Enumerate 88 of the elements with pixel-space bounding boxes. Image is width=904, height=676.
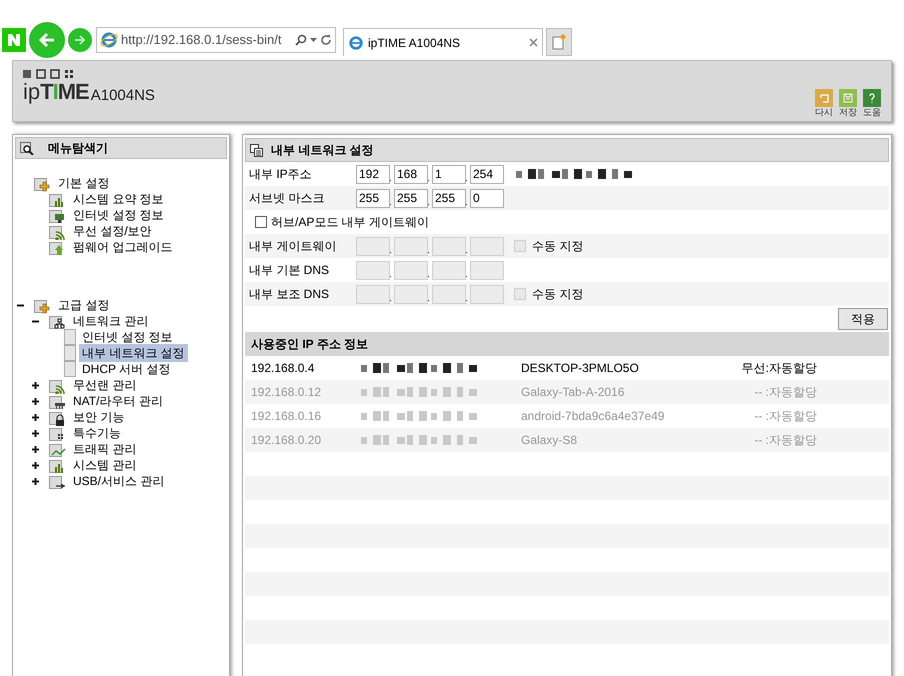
table-cell-text: 192.168.0.4 (251, 360, 316, 377)
menu-item[interactable]: 보안 기능 (70, 408, 128, 426)
checkbox-label: 수동 지정 (532, 238, 584, 255)
ip-octet-field[interactable]: 192 (356, 164, 390, 184)
checkbox[interactable] (255, 216, 267, 228)
page-icon (64, 329, 76, 345)
table-cell-text: 무선:자동할당 (740, 360, 817, 377)
browser-e-icon (100, 31, 118, 49)
field-label: 내부 IP주소 (249, 166, 313, 183)
save-tool-button[interactable]: 저장 (839, 89, 857, 118)
back-tool-button[interactable]: 다시 (815, 89, 833, 118)
table-cell-text: 192.168.0.12 (251, 384, 322, 401)
menu-item[interactable]: 시스템 요약 정보 (70, 190, 167, 208)
table-cell-text: DESKTOP-3PMLO5O (521, 360, 640, 377)
dropdown-caret-icon[interactable] (310, 38, 317, 42)
table-cell-text: Galaxy-S8 (521, 432, 578, 449)
ip-octet-field[interactable]: 255 (394, 188, 428, 208)
menu-item[interactable]: 펌웨어 업그레이드 (70, 238, 176, 256)
ip-octet-field[interactable]: 254 (470, 164, 504, 184)
ip-octet-field[interactable]: 0 (470, 188, 504, 208)
router-logo: ipTIMEA1004NS (23, 81, 155, 103)
section-header: 내부 네트워크 설정 (245, 138, 889, 162)
return-icon (815, 89, 833, 107)
menu-item[interactable]: 인터넷 설정 정보 (79, 328, 176, 346)
search-icon[interactable] (295, 34, 307, 46)
expand-toggle[interactable] (32, 478, 39, 484)
expand-toggle[interactable] (32, 382, 39, 388)
apply-button[interactable]: 적용 (838, 308, 888, 330)
checkbox-label: 허브/AP모드 내부 게이트웨이 (271, 214, 430, 231)
menu-item[interactable]: 무선 설정/보안 (70, 222, 155, 240)
floppy-icon (839, 89, 857, 107)
arrow-left-icon (37, 30, 57, 50)
table-cell-text: -- :자동할당 (753, 432, 817, 449)
expand-toggle[interactable] (32, 398, 39, 404)
sidebar-header: 메뉴탐색기 (15, 137, 227, 159)
menu-item[interactable]: NAT/라우터 관리 (70, 392, 166, 410)
checkbox-label: 수동 지정 (532, 286, 584, 303)
browser-logo-icon[interactable] (2, 28, 26, 52)
arrow-right-icon (73, 33, 87, 47)
collapse-toggle[interactable] (32, 318, 39, 324)
table-cell-text: Galaxy-Tab-A-2016 (521, 384, 626, 401)
address-text: http://192.168.0.1/sess-bin/t (121, 31, 282, 50)
back-button[interactable] (29, 22, 65, 58)
menu-item[interactable]: USB/서비스 관리 (70, 472, 168, 490)
browser-tab[interactable]: ipTIME A1004NS (343, 28, 543, 56)
question-mark-icon (863, 89, 881, 107)
browser-e-icon (348, 34, 364, 50)
expand-toggle[interactable] (32, 462, 39, 468)
menu-item[interactable]: 트래픽 관리 (70, 440, 140, 458)
menu-item[interactable]: 특수기능 (70, 424, 124, 442)
ip-octet-field[interactable]: 1 (432, 164, 466, 184)
new-tab-button[interactable] (546, 28, 572, 56)
collapse-toggle[interactable] (17, 302, 24, 308)
page-icon (64, 361, 76, 377)
menu-item[interactable]: DHCP 서버 설정 (79, 360, 174, 378)
expand-toggle[interactable] (32, 414, 39, 420)
close-icon[interactable] (529, 38, 538, 47)
ip-octet-field[interactable]: 168 (394, 164, 428, 184)
table-cell-text: -- :자동할당 (753, 384, 817, 401)
refresh-icon[interactable] (320, 34, 332, 46)
field-label: 서브넷 마스크 (249, 190, 326, 207)
search-icon (20, 142, 34, 154)
menu-item[interactable]: 인터넷 설정 정보 (70, 206, 167, 224)
menu-item[interactable]: 무선랜 관리 (70, 376, 140, 394)
window-controls-icon (23, 69, 75, 79)
menu-item[interactable]: 시스템 관리 (70, 456, 140, 474)
field-label: 내부 기본 DNS (249, 262, 330, 279)
field-label: 내부 게이트웨이 (249, 238, 338, 255)
table-cell-text: 192.168.0.16 (251, 408, 322, 425)
section-header: 사용중인 IP 주소 정보 (245, 332, 889, 356)
expand-toggle[interactable] (32, 430, 39, 436)
menu-item[interactable]: 기본 설정 (55, 174, 112, 192)
table-cell-text: android-7bda9c6a4e37e49 (521, 408, 666, 425)
pages-icon (250, 144, 263, 156)
field-label: 내부 보조 DNS (249, 286, 330, 303)
menu-item[interactable]: 내부 네트워크 설정 (79, 344, 188, 362)
new-page-icon (552, 34, 566, 50)
ip-octet-field[interactable]: 255 (356, 188, 390, 208)
table-cell-text: -- :자동할당 (753, 408, 817, 425)
help-tool-button[interactable]: 도움 (863, 89, 881, 118)
page-icon (64, 345, 76, 361)
menu-item[interactable]: 네트워크 관리 (70, 312, 152, 330)
ip-octet-field[interactable]: 255 (432, 188, 466, 208)
expand-toggle[interactable] (32, 446, 39, 452)
forward-button[interactable] (68, 28, 92, 52)
address-bar[interactable]: http://192.168.0.1/sess-bin/t (96, 27, 336, 53)
table-cell-text: 192.168.0.20 (251, 432, 322, 449)
menu-item[interactable]: 고급 설정 (55, 296, 112, 314)
